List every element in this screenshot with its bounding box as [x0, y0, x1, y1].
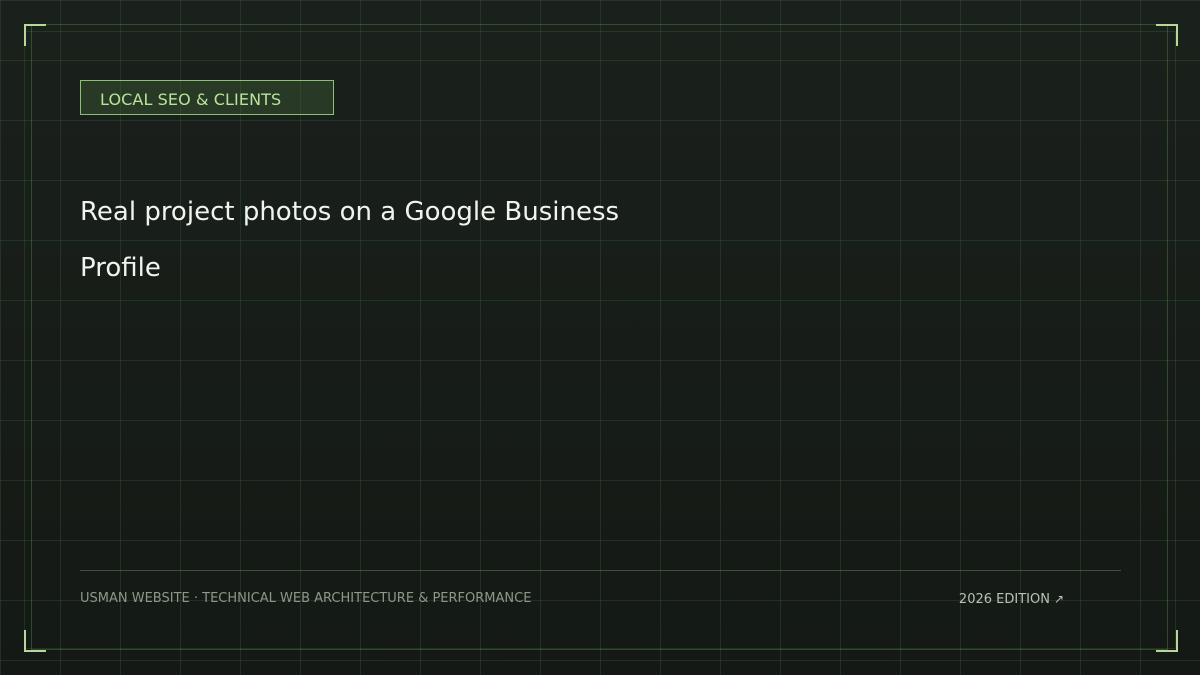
corner-bracket-top-left — [24, 24, 46, 46]
arrow-up-right-icon: ↗ — [1053, 592, 1064, 606]
edition-label: 2026 EDITION — [958, 592, 1050, 607]
category-tag: LOCAL SEO & CLIENTS — [80, 80, 334, 115]
corner-bracket-bottom-left — [24, 630, 46, 652]
corner-bracket-top-right — [1156, 24, 1178, 46]
page-title: Real project photos on a Google Business… — [80, 197, 620, 283]
site-credit: USMAN WEBSITE · TECHNICAL WEB ARCHITECTU… — [80, 591, 532, 606]
cover-card: LOCAL SEO & CLIENTS Real project photos … — [0, 0, 1200, 675]
corner-bracket-bottom-right — [1156, 630, 1178, 652]
outer-frame — [24, 31, 1176, 649]
edition-link[interactable]: 2026 EDITION ↗ — [959, 591, 1064, 608]
footer-divider — [80, 570, 1121, 571]
inner-frame — [31, 24, 1168, 650]
